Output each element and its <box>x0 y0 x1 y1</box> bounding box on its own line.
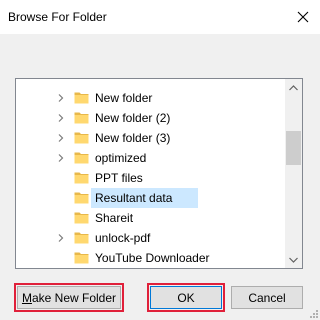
dialog-title: Browse For Folder <box>8 10 107 24</box>
close-button[interactable] <box>286 0 320 34</box>
folder-icon <box>74 212 89 224</box>
tree-item[interactable]: Shareit <box>16 208 285 228</box>
folder-tree-rows: New folder New folder (2) New folder (3) op… <box>16 88 285 268</box>
tree-item[interactable]: YouTube Downloader <box>16 248 285 268</box>
chevron-right-icon[interactable] <box>57 234 65 242</box>
tree-item-label: PPT files <box>95 171 143 185</box>
tree-item[interactable]: unlock-pdf <box>16 228 285 248</box>
folder-icon <box>74 252 89 264</box>
tree-item-label: New folder (3) <box>95 131 171 145</box>
tree-item-label: Shareit <box>95 211 134 225</box>
folder-tree[interactable]: New folder New folder (2) New folder (3) op… <box>15 78 303 269</box>
highlight-box-ok <box>147 283 225 312</box>
folder-icon <box>74 172 89 184</box>
close-icon <box>297 11 309 23</box>
scrollbar-thumb[interactable] <box>286 131 301 165</box>
folder-icon <box>74 132 89 144</box>
tree-item-label: New folder <box>95 91 153 105</box>
tree-item[interactable]: Resultant data <box>16 188 285 208</box>
cancel-button[interactable]: Cancel <box>231 286 303 309</box>
highlight-box-make-new-folder <box>14 283 124 312</box>
tree-item[interactable]: PPT files <box>16 168 285 188</box>
cancel-label: Cancel <box>248 290 286 305</box>
scroll-down-button[interactable] <box>285 251 302 268</box>
resize-grip-icon[interactable] <box>307 307 319 319</box>
title-bar: Browse For Folder <box>0 0 320 34</box>
vertical-scrollbar[interactable] <box>285 79 302 268</box>
folder-icon <box>74 112 89 124</box>
folder-icon <box>74 152 89 164</box>
tree-item[interactable]: New folder (3) <box>16 128 285 148</box>
tree-item[interactable]: optimized <box>16 148 285 168</box>
chevron-right-icon[interactable] <box>57 114 65 122</box>
folder-icon <box>74 192 89 204</box>
chevron-right-icon[interactable] <box>57 134 65 142</box>
scroll-up-button[interactable] <box>285 79 302 96</box>
tree-item-label: YouTube Downloader <box>95 251 210 265</box>
chevron-right-icon[interactable] <box>57 154 65 162</box>
folder-icon <box>74 232 89 244</box>
tree-item-label: New folder (2) <box>95 111 171 125</box>
tree-item-label: Resultant data <box>95 191 173 205</box>
chevron-up-icon <box>289 84 298 90</box>
chevron-down-icon <box>289 257 298 263</box>
chevron-right-icon[interactable] <box>57 94 65 102</box>
folder-icon <box>74 92 89 104</box>
tree-item[interactable]: New folder (2) <box>16 108 285 128</box>
tree-item-label: unlock-pdf <box>95 231 151 245</box>
tree-item-label: optimized <box>95 151 147 165</box>
tree-item[interactable]: New folder <box>16 88 285 108</box>
